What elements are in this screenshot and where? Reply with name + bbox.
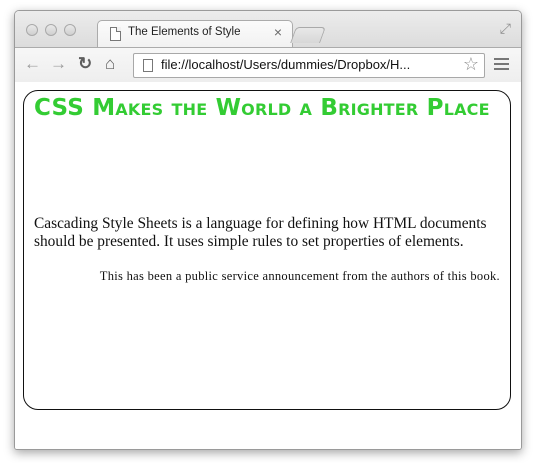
new-tab-button[interactable] [290, 27, 326, 43]
browser-window: The Elements of Style × ⤢ ← → ↻ ⌂ file:/… [14, 10, 522, 450]
reload-icon[interactable]: ↻ [78, 54, 92, 74]
menu-icon[interactable] [494, 58, 509, 73]
minimize-window-button[interactable] [45, 24, 57, 36]
page-heading: CSS Makes the World a Brighter Place [34, 95, 490, 121]
toolbar: ← → ↻ ⌂ file://localhost/Users/dummies/D… [15, 47, 521, 83]
document-icon [143, 59, 153, 72]
fullscreen-icon[interactable]: ⤢ [500, 20, 511, 37]
tab-close-icon[interactable]: × [274, 24, 282, 40]
home-icon[interactable]: ⌂ [105, 54, 115, 74]
title-bar: The Elements of Style × ⤢ [15, 11, 521, 49]
close-window-button[interactable] [26, 24, 38, 36]
document-icon [110, 27, 121, 41]
tab-active[interactable]: The Elements of Style × [97, 20, 293, 49]
url-text[interactable]: file://localhost/Users/dummies/Dropbox/H… [161, 57, 451, 72]
page-viewport: CSS Makes the World a Brighter Place Cas… [15, 82, 521, 449]
rounded-content-box: CSS Makes the World a Brighter Place Cas… [23, 90, 511, 410]
star-icon[interactable]: ☆ [463, 54, 479, 75]
back-arrow-icon[interactable]: ← [24, 54, 41, 74]
forward-arrow-icon[interactable]: → [50, 54, 67, 74]
zoom-window-button[interactable] [64, 24, 76, 36]
address-bar[interactable]: file://localhost/Users/dummies/Dropbox/H… [133, 53, 485, 78]
tab-title: The Elements of Style [128, 26, 241, 38]
announcement-text: This has been a public service announcem… [99, 269, 500, 283]
body-paragraph: Cascading Style Sheets is a language for… [34, 215, 487, 250]
